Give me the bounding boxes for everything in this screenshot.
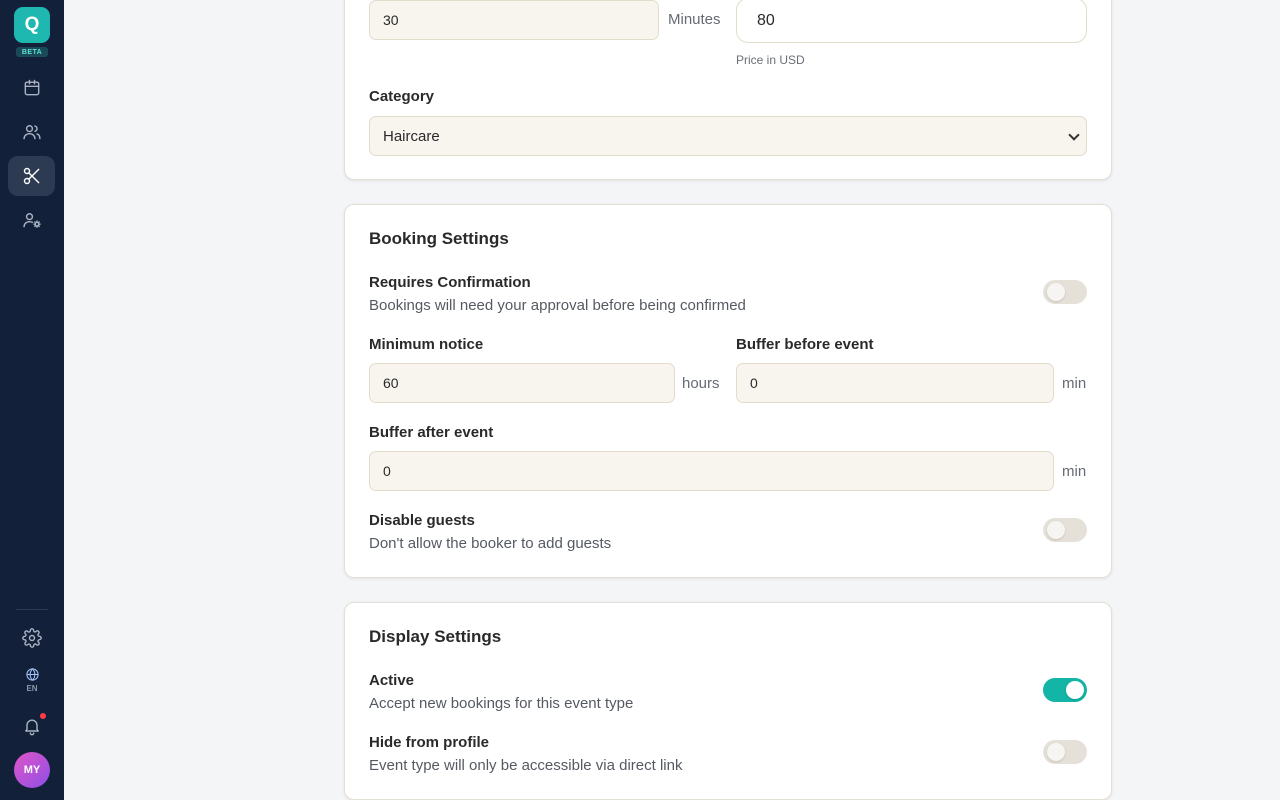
- notification-dot: [40, 713, 46, 719]
- duration-input[interactable]: 30: [369, 0, 659, 40]
- display-settings-title: Display Settings: [369, 627, 502, 646]
- gear-icon: [21, 628, 42, 648]
- avatar[interactable]: MY: [14, 752, 50, 788]
- language-switcher[interactable]: EN: [16, 667, 48, 695]
- buffer-after-input[interactable]: 0: [369, 451, 1054, 491]
- disable-guests-description: Don't allow the booker to add guests: [369, 535, 612, 552]
- category-value: Haircare: [383, 127, 440, 145]
- category-select[interactable]: Haircare: [369, 116, 1087, 156]
- language-code: EN: [26, 684, 38, 693]
- booking-settings-card: Booking Settings Requires Confirmation B…: [344, 204, 1112, 578]
- buffer-after-unit: min: [1062, 463, 1087, 480]
- sidebar-item-settings[interactable]: [8, 618, 55, 658]
- price-input[interactable]: 80: [736, 0, 1087, 43]
- user-settings-icon: [22, 213, 41, 228]
- sidebar-item-services[interactable]: [8, 156, 55, 196]
- active-label: Active: [369, 672, 415, 689]
- buffer-before-unit: min: [1062, 375, 1087, 392]
- buffer-after-label: Buffer after event: [369, 424, 494, 441]
- active-toggle[interactable]: [1043, 678, 1087, 702]
- calendar-icon: [24, 79, 39, 96]
- globe-icon: [25, 668, 39, 681]
- display-settings-card: Display Settings Active Accept new booki…: [344, 602, 1112, 800]
- service-details-card: 30 Minutes 80 Price in USD Category Hair…: [344, 0, 1112, 180]
- sidebar-divider: [16, 609, 48, 610]
- booking-settings-title: Booking Settings: [369, 229, 509, 248]
- app-logo[interactable]: Q: [14, 7, 50, 43]
- sidebar-item-staff[interactable]: [8, 200, 55, 240]
- beta-badge: BETA: [16, 47, 48, 57]
- disable-guests-label: Disable guests: [369, 512, 475, 529]
- bell-icon: [24, 719, 39, 736]
- hide-from-profile-description: Event type will only be accessible via d…: [369, 757, 683, 774]
- minimum-notice-label: Minimum notice: [369, 336, 484, 353]
- sidebar-item-clients[interactable]: [8, 112, 55, 152]
- chevron-down-icon: [1068, 129, 1080, 141]
- minimum-notice-input[interactable]: 60: [369, 363, 675, 403]
- sidebar-item-calendar[interactable]: [8, 68, 55, 108]
- disable-guests-toggle[interactable]: [1043, 518, 1087, 542]
- buffer-before-input[interactable]: 0: [736, 363, 1054, 403]
- requires-confirmation-label: Requires Confirmation: [369, 274, 531, 291]
- active-description: Accept new bookings for this event type: [369, 695, 634, 712]
- users-icon: [22, 125, 41, 140]
- sidebar: Q BETA EN MY: [0, 0, 64, 800]
- buffer-before-label: Buffer before event: [736, 336, 874, 353]
- hide-from-profile-label: Hide from profile: [369, 734, 490, 751]
- requires-confirmation-description: Bookings will need your approval before …: [369, 297, 746, 314]
- hide-from-profile-toggle[interactable]: [1043, 740, 1087, 764]
- notifications-button[interactable]: [8, 706, 55, 746]
- scissors-icon: [23, 167, 39, 185]
- category-label: Category: [369, 88, 435, 105]
- minimum-notice-unit: hours: [682, 375, 720, 392]
- requires-confirmation-toggle[interactable]: [1043, 280, 1087, 304]
- duration-unit: Minutes: [668, 11, 721, 28]
- price-helper: Price in USD: [736, 53, 805, 67]
